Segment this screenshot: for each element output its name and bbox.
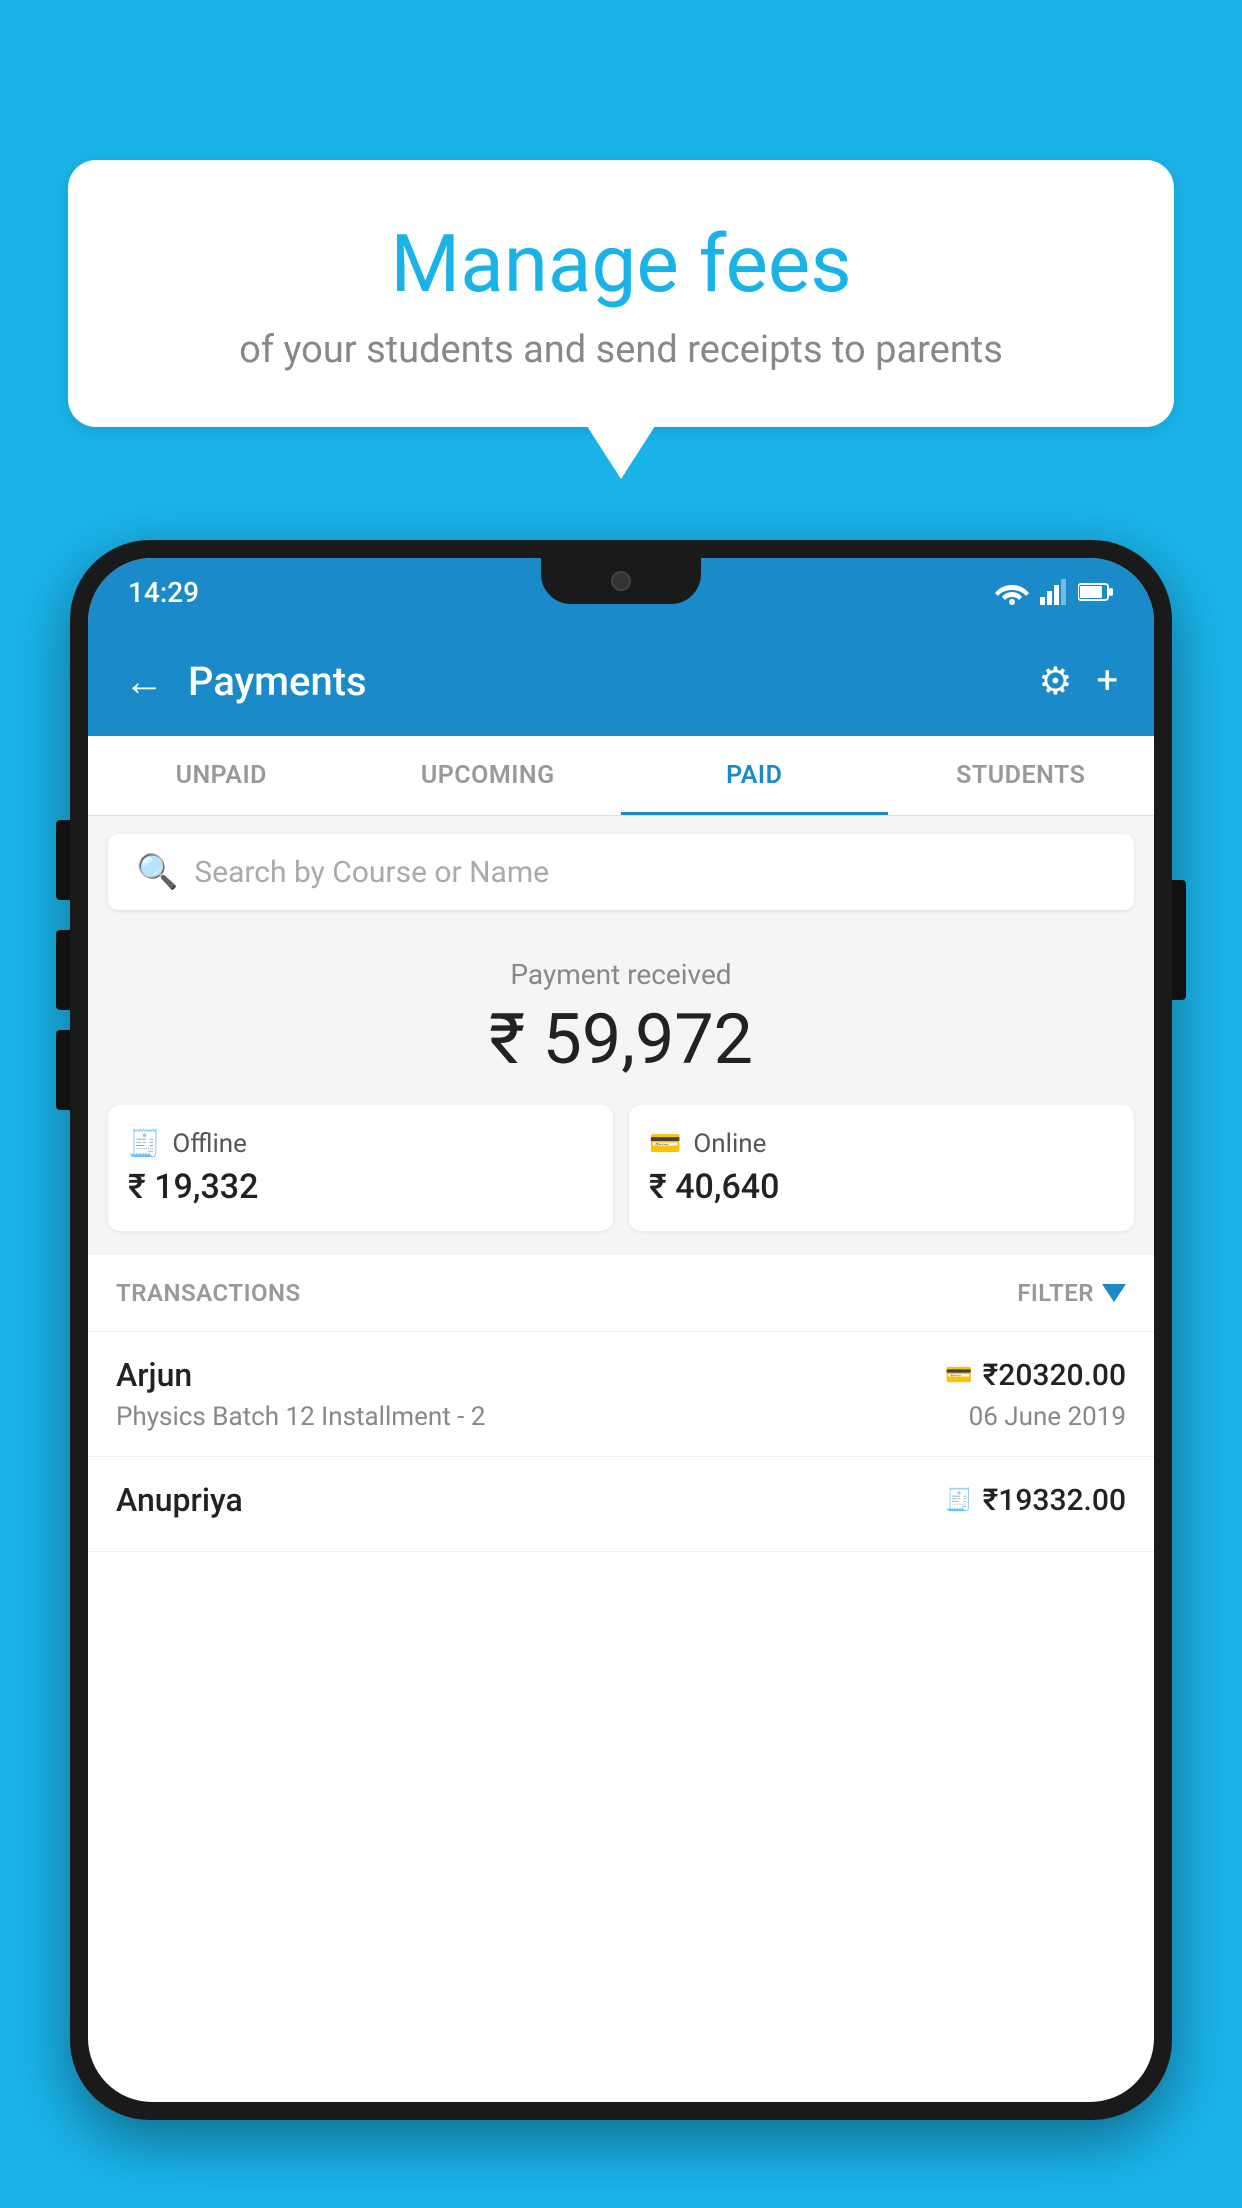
- transactions-label: TRANSACTIONS: [116, 1279, 301, 1307]
- transaction-item[interactable]: Anupriya 🧾 ₹19332.00: [88, 1457, 1154, 1552]
- transaction-amount: ₹20320.00: [983, 1358, 1126, 1393]
- wifi-icon: [994, 579, 1030, 605]
- transaction-row1: Anupriya 🧾 ₹19332.00: [116, 1481, 1126, 1519]
- transaction-amount-row: 🧾 ₹19332.00: [945, 1483, 1126, 1518]
- gear-button[interactable]: ⚙: [1038, 659, 1072, 704]
- transaction-item[interactable]: Arjun 💳 ₹20320.00 Physics Batch 12 Insta…: [88, 1332, 1154, 1457]
- app-title: Payments: [188, 658, 1014, 705]
- bubble-title: Manage fees: [118, 220, 1124, 308]
- online-icon: 💳: [649, 1129, 681, 1159]
- transaction-online-icon: 💳: [945, 1363, 972, 1388]
- filter-label: FILTER: [1017, 1279, 1094, 1307]
- bubble-subtitle: of your students and send receipts to pa…: [118, 328, 1124, 372]
- transaction-row2: Physics Batch 12 Installment - 2 06 June…: [116, 1402, 1126, 1432]
- transaction-amount-row: 💳 ₹20320.00: [945, 1358, 1126, 1393]
- online-amount: ₹ 40,640: [649, 1167, 1114, 1207]
- transaction-amount: ₹19332.00: [983, 1483, 1126, 1518]
- camera-dot: [611, 571, 631, 591]
- offline-icon: 🧾: [128, 1129, 160, 1159]
- phone-inner: 14:29: [88, 558, 1154, 2102]
- filter-triangle-icon: [1102, 1284, 1126, 1302]
- filter-button[interactable]: FILTER: [1017, 1279, 1126, 1307]
- search-placeholder: Search by Course or Name: [194, 855, 549, 890]
- tab-unpaid[interactable]: UNPAID: [88, 736, 355, 815]
- transaction-offline-icon: 🧾: [945, 1488, 972, 1513]
- search-bar[interactable]: 🔍 Search by Course or Name: [108, 834, 1134, 910]
- status-time: 14:29: [128, 576, 199, 609]
- transaction-course: Physics Batch 12 Installment - 2: [116, 1402, 485, 1432]
- online-card: 💳 Online ₹ 40,640: [629, 1105, 1134, 1231]
- payment-received-label: Payment received: [108, 958, 1134, 991]
- signal-icon: [1040, 579, 1068, 605]
- add-button[interactable]: +: [1096, 659, 1118, 703]
- status-icons: [994, 579, 1114, 605]
- phone-container: 14:29: [70, 540, 1172, 2208]
- offline-label: Offline: [172, 1129, 247, 1159]
- transaction-row1: Arjun 💳 ₹20320.00: [116, 1356, 1126, 1394]
- battery-icon: [1078, 582, 1114, 602]
- tabs: UNPAID UPCOMING PAID STUDENTS: [88, 736, 1154, 816]
- search-container: 🔍 Search by Course or Name: [88, 816, 1154, 928]
- offline-amount: ₹ 19,332: [128, 1167, 593, 1207]
- transactions-header: TRANSACTIONS FILTER: [88, 1255, 1154, 1332]
- phone-outer: 14:29: [70, 540, 1172, 2120]
- back-button[interactable]: ←: [124, 658, 164, 705]
- tab-paid[interactable]: PAID: [621, 736, 888, 815]
- speech-bubble: Manage fees of your students and send re…: [68, 160, 1174, 427]
- transaction-name: Anupriya: [116, 1481, 243, 1519]
- transaction-name: Arjun: [116, 1356, 192, 1394]
- search-icon: 🔍: [136, 852, 178, 892]
- tab-upcoming[interactable]: UPCOMING: [355, 736, 622, 815]
- app-bar: ← Payments ⚙ +: [88, 626, 1154, 736]
- online-label: Online: [693, 1129, 766, 1159]
- offline-card: 🧾 Offline ₹ 19,332: [108, 1105, 613, 1231]
- payment-received-amount: ₹ 59,972: [108, 999, 1134, 1081]
- transaction-date: 06 June 2019: [969, 1402, 1126, 1432]
- payment-received-section: Payment received ₹ 59,972: [88, 928, 1154, 1105]
- offline-card-header: 🧾 Offline: [128, 1129, 593, 1159]
- payment-cards: 🧾 Offline ₹ 19,332 💳 Online ₹ 40,640: [88, 1105, 1154, 1255]
- online-card-header: 💳 Online: [649, 1129, 1114, 1159]
- phone-notch: [541, 558, 701, 604]
- tab-students[interactable]: STUDENTS: [888, 736, 1155, 815]
